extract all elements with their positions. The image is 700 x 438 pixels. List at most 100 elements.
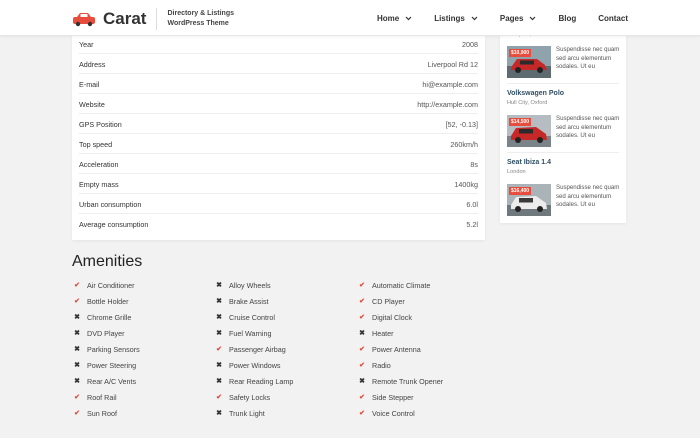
nav-contact[interactable]: Contact — [598, 14, 628, 23]
detail-key: Year — [79, 40, 94, 49]
detail-key: Urban consumption — [79, 200, 142, 209]
amenity-item: ✔ Sun Roof — [73, 408, 117, 418]
amenity-label: Sun Roof — [87, 408, 117, 418]
detail-key: GPS Position — [79, 120, 122, 129]
check-icon: ✔ — [74, 298, 80, 305]
detail-row-gps: GPS Position [52, -0.13] — [79, 114, 478, 134]
listing-title[interactable]: Volkswagen Polo — [507, 90, 619, 97]
sidebar-listing[interactable]: Seat Ibiza 1.4 London $16,400 Suspendiss… — [507, 159, 619, 216]
amenity-item: ✔ Automatic Climate — [358, 280, 430, 290]
detail-row-empty-mass: Empty mass 1400kg — [79, 174, 478, 194]
cross-icon: ✖ — [359, 378, 365, 385]
detail-row-address: Address Liverpool Rd 12 — [79, 54, 478, 74]
nav-pages[interactable]: Pages — [500, 14, 537, 23]
nav-home[interactable]: Home — [377, 14, 412, 23]
related-listings-widget: Liverpool, Manchester $10,900 Suspendiss… — [500, 30, 626, 223]
check-icon: ✔ — [74, 282, 80, 289]
detail-row-year: Year 2008 — [79, 34, 478, 54]
amenity-label: Parking Sensors — [87, 344, 140, 354]
cross-icon: ✖ — [74, 346, 80, 353]
listing-description: Suspendisse nec quam sed arcu elementum … — [556, 46, 620, 71]
amenity-label: DVD Player — [87, 328, 125, 338]
amenity-label: Roof Rail — [87, 392, 117, 402]
price-badge: $10,900 — [509, 49, 532, 57]
amenity-label: Voice Control — [372, 408, 415, 418]
amenity-item: ✔ Air Conditioner — [73, 280, 134, 290]
amenity-item: ✖ Power Steering — [73, 360, 136, 370]
amenity-item: ✖ Trunk Light — [215, 408, 265, 418]
amenity-item: ✖ Heater — [358, 328, 394, 338]
detail-value[interactable]: http://example.com — [417, 100, 478, 109]
cross-icon: ✖ — [74, 378, 80, 385]
amenity-label: Remote Trunk Opener — [372, 376, 444, 386]
detail-key: Acceleration — [79, 160, 119, 169]
detail-value[interactable]: hi@example.com — [422, 80, 478, 89]
check-icon: ✔ — [74, 410, 80, 417]
amenity-item: ✔ Roof Rail — [73, 392, 117, 402]
brand-name: Carat — [103, 9, 147, 28]
listing-description: Suspendisse nec quam sed arcu elementum … — [556, 115, 620, 140]
cross-icon: ✖ — [216, 330, 222, 337]
amenity-item: ✔ Safety Locks — [215, 392, 270, 402]
listing-location: London — [507, 169, 526, 175]
detail-key: Average consumption — [79, 220, 149, 229]
nav-blog-label: Blog — [558, 13, 577, 23]
cross-icon: ✖ — [74, 314, 80, 321]
amenity-label: Safety Locks — [229, 392, 271, 402]
listing-thumbnail[interactable]: $14,500 — [507, 115, 551, 147]
cross-icon: ✖ — [74, 330, 80, 337]
detail-row-website: Website http://example.com — [79, 94, 478, 114]
detail-value: 6.0l — [466, 200, 478, 209]
nav-contact-label: Contact — [598, 13, 628, 23]
amenity-item: ✖ Alloy Wheels — [215, 280, 271, 290]
amenity-label: Alloy Wheels — [229, 280, 271, 290]
price-badge: $14,500 — [509, 118, 532, 126]
detail-key: Address — [79, 60, 106, 69]
listing-thumbnail[interactable]: $10,900 — [507, 46, 551, 78]
cross-icon: ✖ — [216, 314, 222, 321]
cross-icon: ✖ — [216, 378, 222, 385]
listing-details-card: Year 2008 Address Liverpool Rd 12 E-mail… — [72, 30, 485, 240]
check-icon: ✔ — [359, 282, 365, 289]
amenity-item: ✖ Parking Sensors — [73, 344, 140, 354]
amenity-item: ✔ Radio — [358, 360, 391, 370]
logo-divider — [156, 8, 158, 30]
chevron-down-icon — [471, 16, 478, 20]
amenity-item: ✖ Chrome Grille — [73, 312, 131, 322]
amenity-label: Digital Clock — [372, 312, 412, 322]
divider — [507, 152, 619, 153]
amenity-label: Heater — [372, 328, 394, 338]
check-icon: ✔ — [216, 346, 222, 353]
amenity-label: Power Antenna — [372, 344, 421, 354]
detail-value: 1400kg — [454, 180, 478, 189]
listing-description: Suspendisse nec quam sed arcu elementum … — [556, 184, 620, 209]
listing-thumbnail[interactable]: $16,400 — [507, 184, 551, 216]
nav-listings[interactable]: Listings — [434, 14, 478, 23]
check-icon: ✔ — [359, 298, 365, 305]
amenity-label: Power Steering — [87, 360, 137, 370]
chevron-down-icon — [405, 16, 412, 20]
check-icon: ✔ — [359, 346, 365, 353]
listing-title[interactable]: Seat Ibiza 1.4 — [507, 159, 619, 166]
cross-icon: ✖ — [216, 298, 222, 305]
amenity-label: CD Player — [372, 296, 405, 306]
cross-icon: ✖ — [216, 410, 222, 417]
detail-value: 8s — [470, 160, 478, 169]
logo[interactable]: Carat Directory & Listings WordPress The… — [72, 8, 234, 30]
detail-key: Top speed — [79, 140, 113, 149]
detail-row-email: E-mail hi@example.com — [79, 74, 478, 94]
main-nav: Home Listings Pages Blog Contact — [377, 0, 700, 36]
detail-value: 5.2l — [466, 220, 478, 229]
nav-blog[interactable]: Blog — [558, 14, 576, 23]
check-icon: ✔ — [359, 410, 365, 417]
amenity-item: ✖ Rear A/C Vents — [73, 376, 136, 386]
detail-value: Liverpool Rd 12 — [427, 60, 478, 69]
check-icon: ✔ — [359, 362, 365, 369]
detail-key: Empty mass — [79, 180, 119, 189]
divider — [507, 83, 619, 84]
car-logo-icon — [73, 13, 95, 27]
detail-value: 2008 — [462, 40, 478, 49]
detail-value: [52, -0.13] — [445, 120, 478, 129]
sidebar-listing[interactable]: Volkswagen Polo Hull City, Oxford $14,50… — [507, 90, 619, 147]
amenity-item: ✖ Cruise Control — [215, 312, 275, 322]
